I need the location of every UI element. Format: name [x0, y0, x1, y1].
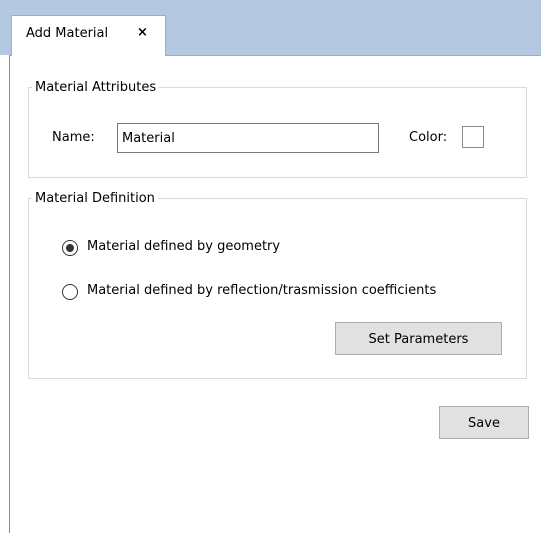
- color-label: Color:: [409, 130, 448, 145]
- tab-add-material[interactable]: Add Material ×: [11, 15, 166, 56]
- material-attributes-legend: Material Attributes: [35, 80, 157, 95]
- left-panel-edge: [0, 55, 10, 533]
- radio-geometry-label: Material defined by geometry: [87, 239, 281, 254]
- name-input[interactable]: [117, 123, 379, 153]
- name-label: Name:: [52, 130, 95, 145]
- radio-geometry-icon[interactable]: [62, 240, 78, 256]
- tab-label: Add Material: [26, 26, 109, 41]
- radio-coefficients-icon[interactable]: [62, 284, 78, 300]
- save-button[interactable]: Save: [439, 406, 529, 439]
- material-definition-legend: Material Definition: [35, 191, 155, 206]
- tab-bar: Add Material ×: [0, 0, 541, 56]
- radio-selected-dot: [66, 244, 74, 252]
- color-swatch[interactable]: [462, 126, 484, 148]
- close-icon[interactable]: ×: [137, 25, 148, 40]
- radio-coefficients-label: Material defined by reflection/trasmissi…: [87, 283, 437, 298]
- set-parameters-button[interactable]: Set Parameters: [335, 322, 502, 355]
